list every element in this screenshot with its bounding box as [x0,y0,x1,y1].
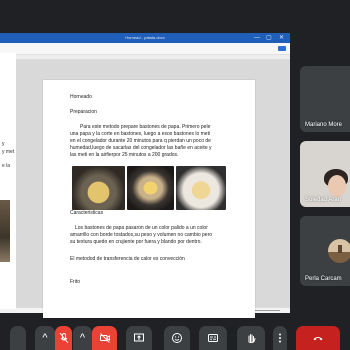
doc-paragraph-line: Los bastones de papa pasaron de un color… [75,225,208,231]
doc-section-title: Preparacion [70,109,97,115]
close-button[interactable]: ✕ [279,34,284,42]
doc-paragraph-line: amarrillo con borde tostados,su peso y v… [70,232,213,238]
doc-section-title: Frito [70,279,80,285]
doc-paragraph-line: Para este metodo prepare bastones de pap… [80,124,211,130]
doc-paragraph-line: en el congelador durante 20 minutos para… [70,138,211,144]
leave-call-button[interactable] [296,326,340,350]
participant-avatar [328,239,350,263]
participant-tile[interactable]: Perla Carcam [300,216,350,286]
captions-icon [208,334,218,342]
page-fragment: y [2,141,5,147]
minimize-button[interactable]: — [254,34,260,42]
window-titlebar: Hornead - patata.docx — ▢ ✕ [0,33,290,43]
participant-name: Perla Carcam [305,276,342,282]
page-fragment: e la [2,163,11,169]
ribbon [0,43,290,55]
audio-settings-chevron-button[interactable]: ^ [35,326,55,350]
potato-photo-3 [176,166,226,210]
previous-page-image [0,200,10,262]
share-button[interactable] [278,46,286,51]
more-options-button[interactable] [273,326,287,350]
doc-heading: Horneado [70,94,92,100]
potato-photo-2 [127,166,174,210]
doc-paragraph-line: una papa y la corte en bastones, luego a… [70,131,211,137]
microphone-toggle-button[interactable] [55,326,72,350]
doc-paragraph-line: las meti en la airfierpor 25 minutos a 2… [70,152,179,158]
chevron-up-icon: ^ [42,332,48,344]
reactions-button[interactable] [164,326,190,350]
camera-off-icon [99,333,110,343]
doc-section-title: Caracteristicas [70,210,104,216]
participant-name: Soledad Aran [305,197,342,203]
present-screen-button[interactable] [126,326,152,350]
participant-tile[interactable]: Soledad Aran [300,141,350,207]
potato-photo-1 [72,166,125,210]
doc-paragraph-line: humedad,luego de sacarlas del congelador… [70,145,212,151]
previous-page: y y met e la meda textura tuvo [0,53,16,309]
maximize-button[interactable]: ▢ [266,34,272,42]
doc-paragraph-line: su textura quedo en crujiente por fuera … [70,239,202,245]
participant-tile[interactable]: Mariano More [300,66,350,132]
video-settings-chevron-button[interactable]: ^ [73,326,92,350]
present-screen-icon [134,333,144,342]
emoji-icon [172,333,182,343]
page-fragment: y met [2,149,15,155]
more-options-partial-button[interactable] [10,326,26,350]
participant-face [328,175,346,197]
participant-name: Mariano More [305,122,343,128]
hand-icon [248,334,256,344]
captions-button[interactable] [199,326,227,350]
camera-toggle-button[interactable] [92,326,117,350]
more-vertical-icon [279,333,281,343]
chevron-up-icon: ^ [79,332,86,344]
microphone-off-icon [59,332,68,344]
window-title: Hornead - patata.docx [125,35,165,40]
doc-paragraph-line: El metodod de transferencia de calor es … [70,256,185,262]
hang-up-icon [313,337,323,341]
raise-hand-button[interactable] [237,326,265,350]
